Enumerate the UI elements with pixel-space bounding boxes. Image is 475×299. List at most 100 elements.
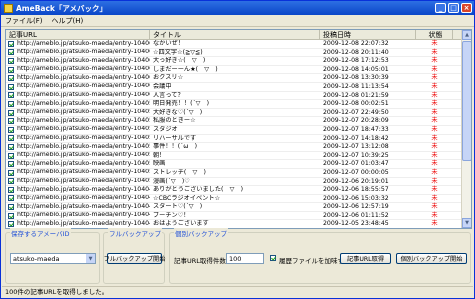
row-checkbox[interactable] [8,83,14,90]
history-checkbox[interactable] [270,255,276,261]
full-backup-start-button[interactable]: フルバックアップ開始 [104,253,165,264]
table-row[interactable]: http://ameblo.jp/atsuko-maeda/entry-1040… [6,195,463,204]
table-row[interactable]: http://ameblo.jp/atsuko-maeda/entry-1040… [6,212,463,221]
row-date: 2009-12-08 17:12:53 [323,57,389,65]
row-checkbox[interactable] [8,169,14,176]
minimize-button[interactable]: _ [435,3,446,13]
row-url-cell: http://ameblo.jp/atsuko-maeda/entry-1040… [6,74,150,82]
row-state: 未 [431,143,438,151]
row-checkbox[interactable] [8,126,14,133]
row-checkbox[interactable] [8,186,14,193]
chevron-down-icon[interactable]: ▼ [86,254,95,263]
row-date: 2009-12-08 00:02:51 [323,100,389,108]
table-row[interactable]: http://ameblo.jp/atsuko-maeda/entry-1040… [6,203,463,212]
table-row[interactable]: http://ameblo.jp/atsuko-maeda/entry-1040… [6,40,463,49]
table-row[interactable]: http://ameblo.jp/atsuko-maeda/entry-1040… [6,186,463,195]
row-date: 2009-12-08 14:05:01 [323,65,389,73]
table-row[interactable]: http://ameblo.jp/atsuko-maeda/entry-1040… [6,135,463,144]
row-checkbox[interactable] [8,221,14,228]
row-checkbox[interactable] [8,212,14,219]
table-row[interactable]: http://ameblo.jp/atsuko-maeda/entry-1040… [6,178,463,187]
row-url-cell: http://ameblo.jp/atsuko-maeda/entry-1040… [6,49,150,57]
row-url-cell: http://ameblo.jp/atsuko-maeda/entry-1040… [6,212,150,220]
row-url-cell: http://ameblo.jp/atsuko-maeda/entry-1040… [6,220,150,228]
table-row[interactable]: http://ameblo.jp/atsuko-maeda/entry-1040… [6,74,463,83]
scroll-up-icon[interactable]: ▲ [462,30,471,40]
row-checkbox[interactable] [8,92,14,99]
get-url-button[interactable]: 記事URL取得 [340,253,391,264]
table-row[interactable]: http://ameblo.jp/atsuko-maeda/entry-1040… [6,117,463,126]
row-title: スタート♡(´▽｀) [153,203,203,211]
row-checkbox[interactable] [8,195,14,202]
row-title: しまだーーん★(＾▽＾) [153,65,218,73]
row-url: http://ameblo.jp/atsuko-maeda/entry-1040… [17,65,150,73]
row-date: 2009-12-08 22:07:32 [323,40,389,47]
row-url-cell: http://ameblo.jp/atsuko-maeda/entry-1040… [6,126,150,134]
table-row[interactable]: http://ameblo.jp/atsuko-maeda/entry-1040… [6,169,463,178]
menu-bar: ファイル(F) ヘルプ(H) [1,15,474,27]
row-checkbox[interactable] [8,178,14,185]
vertical-scrollbar[interactable]: ▲ ▼ [461,30,471,228]
table-row[interactable]: http://ameblo.jp/atsuko-maeda/entry-1040… [6,152,463,161]
row-date: 2009-12-08 20:11:40 [323,48,389,56]
table-row[interactable]: http://ameblo.jp/atsuko-maeda/entry-1040… [6,220,463,228]
row-state: 未 [431,91,438,99]
row-url-cell: http://ameblo.jp/atsuko-maeda/entry-1040… [6,92,150,100]
row-url: http://ameblo.jp/atsuko-maeda/entry-1040… [17,203,150,210]
row-checkbox[interactable] [8,152,14,159]
scroll-thumb[interactable] [462,41,471,161]
row-checkbox[interactable] [8,118,14,125]
row-title: ☆CBCラジオイベント☆ [153,194,221,202]
table-row[interactable]: http://ameblo.jp/atsuko-maeda/entry-1040… [6,143,463,152]
table-row[interactable]: http://ameblo.jp/atsuko-maeda/entry-1040… [6,109,463,118]
row-checkbox[interactable] [8,40,14,47]
row-checkbox[interactable] [8,109,14,116]
header-state[interactable]: 状態 [416,30,453,39]
title-bar: AmeBack「アメバック」 _ □ × [1,1,474,15]
individual-backup-start-button[interactable]: 個別バックアップ開始 [396,253,467,264]
row-url: http://ameblo.jp/atsuko-maeda/entry-1040… [17,125,150,133]
row-checkbox[interactable] [8,100,14,107]
scroll-down-icon[interactable]: ▼ [462,218,471,228]
table-row[interactable]: http://ameblo.jp/atsuko-maeda/entry-1040… [6,66,463,75]
full-backup-group: フルバックアップ フルバックアップ開始 [103,228,165,284]
row-checkbox[interactable] [8,66,14,73]
row-url-cell: http://ameblo.jp/atsuko-maeda/entry-1040… [6,109,150,117]
url-count-input[interactable]: 100 [226,253,264,264]
row-url: http://ameblo.jp/atsuko-maeda/entry-1040… [17,134,150,142]
table-row[interactable]: http://ameblo.jp/atsuko-maeda/entry-1040… [6,83,463,92]
row-title: ☆四文字☆(≧▽≦) [153,48,203,56]
menu-file[interactable]: ファイル(F) [5,16,43,26]
ameba-id-select[interactable]: atsuko-maeda ▼ [10,253,96,264]
row-url-cell: http://ameblo.jp/atsuko-maeda/entry-1040… [6,66,150,74]
row-checkbox[interactable] [8,143,14,150]
row-checkbox[interactable] [8,161,14,168]
row-checkbox[interactable] [8,135,14,142]
row-checkbox[interactable] [8,75,14,82]
menu-help[interactable]: ヘルプ(H) [52,16,84,26]
row-checkbox[interactable] [8,204,14,211]
row-date: 2009-12-07 20:28:09 [323,117,389,125]
close-button[interactable]: × [461,3,472,13]
table-row[interactable]: http://ameblo.jp/atsuko-maeda/entry-1040… [6,49,463,58]
table-row[interactable]: http://ameblo.jp/atsuko-maeda/entry-1040… [6,57,463,66]
header-title[interactable]: タイトル [150,30,320,39]
row-checkbox[interactable] [8,49,14,56]
row-title: 大好きな♡(´▽｀) [153,108,203,116]
entries-table[interactable]: 記事URL タイトル 投稿日時 状態 http://ameblo.jp/atsu… [5,29,472,229]
header-date[interactable]: 投稿日時 [320,30,416,39]
row-url: http://ameblo.jp/atsuko-maeda/entry-1040… [17,100,150,107]
row-checkbox[interactable] [8,57,14,64]
row-url-cell: http://ameblo.jp/atsuko-maeda/entry-1040… [6,169,150,177]
row-url: http://ameblo.jp/atsuko-maeda/entry-1040… [17,117,150,124]
maximize-button[interactable]: □ [448,3,459,13]
table-row[interactable]: http://ameblo.jp/atsuko-maeda/entry-1040… [6,92,463,101]
row-url: http://ameblo.jp/atsuko-maeda/entry-1040… [17,186,150,193]
table-row[interactable]: http://ameblo.jp/atsuko-maeda/entry-1040… [6,160,463,169]
table-row[interactable]: http://ameblo.jp/atsuko-maeda/entry-1040… [6,100,463,109]
table-row[interactable]: http://ameblo.jp/atsuko-maeda/entry-1040… [6,126,463,135]
individual-backup-group: 個別バックアップ 記事URL取得件数： 100 履歴ファイルを加味する 記事UR… [169,228,471,284]
row-state: 未 [431,177,438,185]
header-url[interactable]: 記事URL [6,30,150,39]
table-header: 記事URL タイトル 投稿日時 状態 [6,30,471,40]
